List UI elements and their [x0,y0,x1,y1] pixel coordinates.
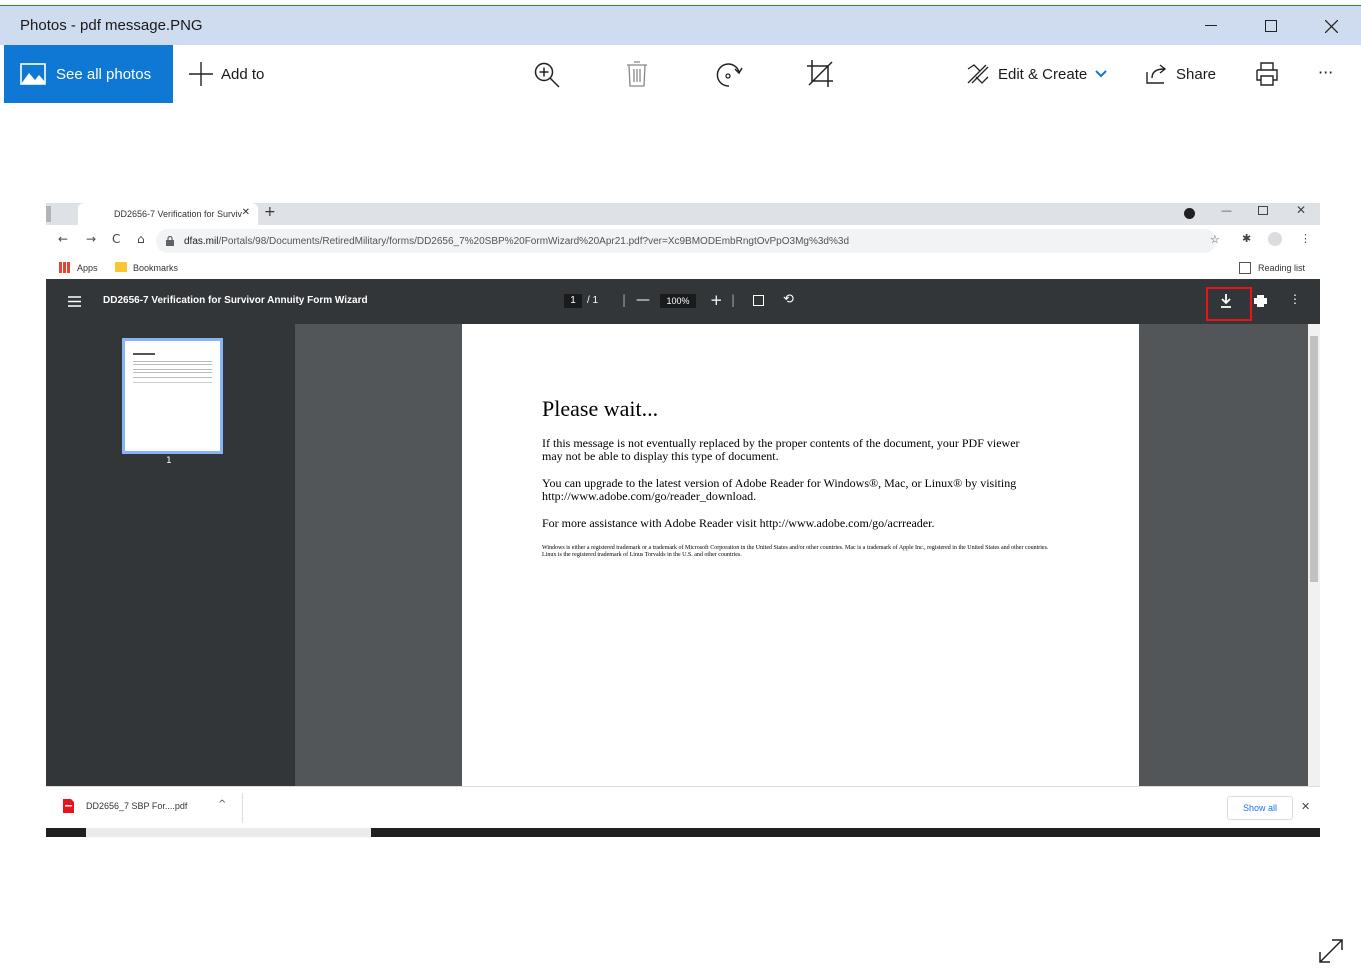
url-host: dfas.mil [184,235,219,247]
browser-restore-icon[interactable] [1258,206,1268,215]
edit-create-button[interactable]: Edit & Create [966,63,1107,85]
see-all-photos-button[interactable]: See all photos [4,45,173,103]
browser-tab-title: DD2656-7 Verification for Surviv [114,209,243,219]
close-shelf-icon[interactable]: ✕ [1301,800,1310,813]
reading-list[interactable]: Reading list [1258,263,1305,273]
profile-dot-icon[interactable] [1184,208,1195,219]
share-button[interactable]: Share [1144,63,1216,85]
crop-button[interactable] [806,59,834,93]
zoom-level[interactable]: 100% [660,294,696,308]
apps-icon[interactable] [59,262,71,273]
fit-page-icon[interactable] [753,295,764,306]
rotate-button[interactable] [715,60,743,94]
show-all-button[interactable]: Show all [1227,796,1293,820]
window-title: Photos - pdf message.PNG [20,17,203,34]
pdf-heading: Please wait... [542,396,659,421]
share-label: Share [1176,65,1217,83]
page-thumbnail[interactable] [122,338,223,454]
add-to-button[interactable]: Add to [189,62,264,86]
maximize-button[interactable] [1248,10,1294,42]
tab-close-icon[interactable]: ✕ [242,207,250,218]
new-tab-icon[interactable]: + [264,204,276,220]
thumbnail-page-number: 1 [166,456,172,466]
pdf-paragraph-1: If this message is not eventually replac… [542,436,1020,463]
back-icon[interactable]: ← [58,232,68,246]
pdf-paragraph-3: For more assistance with Adobe Reader vi… [542,516,935,530]
download-chevron-icon[interactable]: ^ [218,799,226,810]
toolbar-separator: | [622,293,627,307]
home-icon[interactable]: ⌂ [137,232,145,246]
account-icon[interactable] [1268,232,1282,246]
browser-minimize-icon[interactable]: — [1221,204,1232,217]
print-icon [1256,62,1278,86]
reading-list-icon [1239,262,1251,274]
browser-close-icon[interactable]: ✕ [1296,203,1306,217]
reload-icon[interactable]: C [112,232,120,246]
edit-create-label: Edit & Create [998,65,1088,83]
pdf-title: DD2656-7 Verification for Survivor Annui… [103,295,368,306]
close-button[interactable] [1308,10,1354,42]
print-button[interactable] [1255,62,1279,90]
pdf-toolbar: DD2656-7 Verification for Survivor Annui… [46,279,1320,324]
browser-tab[interactable]: DD2656-7 Verification for Surviv ✕ [78,203,258,225]
download-file-name[interactable]: DD2656_7 SBP For....pdf [86,801,187,811]
pdf-page: Please wait... If this message is not ev… [462,324,1139,786]
trash-icon [627,61,647,87]
delete-button[interactable] [626,61,648,91]
maximize-icon [1265,20,1277,32]
pdf-file-icon [63,799,74,813]
lock-icon [166,236,174,246]
minimize-icon [1205,25,1217,26]
minimize-button[interactable] [1188,10,1234,42]
rotate-icon [716,63,743,87]
zoom-in-plus-icon[interactable]: + [710,291,723,309]
bookmark-star-icon[interactable]: ☆ [1210,233,1220,246]
close-icon [1324,19,1338,33]
scrollbar-thumb[interactable] [1310,336,1318,582]
zoom-in-icon [534,62,560,88]
zoom-out-icon[interactable]: — [636,292,650,308]
url-path: /Portals/98/Documents/RetiredMilitary/fo… [218,235,849,247]
photos-icon [20,63,46,85]
page-total: / 1 [587,295,599,306]
url-field[interactable]: dfas.mil/Portals/98/Documents/RetiredMil… [156,229,1216,253]
folder-icon [115,262,127,272]
download-shelf: DD2656_7 SBP For....pdf ^ Show all ✕ [46,786,1320,829]
pdf-more-icon[interactable]: ⋮ [1289,292,1301,306]
pdf-scrollbar[interactable] [1308,324,1320,786]
pdf-paragraph-2: You can upgrade to the latest version of… [542,476,1017,503]
page-number-input[interactable]: 1 [564,294,582,308]
plus-icon [189,62,213,86]
forward-icon[interactable]: → [86,232,96,246]
more-options-button[interactable]: ··· [1318,63,1333,82]
chevron-down-icon [1095,70,1107,78]
captured-taskbar [46,828,1320,837]
bookmarks-bar: Apps Bookmarks Reading list [46,257,1320,279]
edit-create-icon [967,64,989,84]
toolbar-separator-2: | [731,293,736,307]
title-bar [0,6,1361,45]
add-to-label: Add to [221,65,265,83]
bookmark-apps[interactable]: Apps [77,263,98,273]
see-all-photos-label: See all photos [56,65,152,83]
extensions-icon[interactable]: ✱ [1242,232,1251,245]
tab-strip-edge [46,206,51,222]
photo-content: DD2656-7 Verification for Surviv ✕ + — ✕… [46,203,1320,837]
share-icon [1146,64,1167,84]
rotate-pdf-icon[interactable]: ⟲ [783,292,794,307]
bookmark-bookmarks[interactable]: Bookmarks [133,263,178,273]
download-divider [242,793,243,823]
browser-menu-icon[interactable]: ⋮ [1300,232,1311,245]
download-highlight-box [1206,287,1252,321]
crop-icon [807,60,833,87]
pdf-menu-icon[interactable] [68,296,81,307]
zoom-button[interactable] [533,61,561,93]
pdf-trademark-notice: Windows is either a registered trademark… [542,545,1049,558]
pdf-thumbnail-sidebar: 1 [46,324,295,786]
pdf-print-icon[interactable] [1254,295,1267,307]
expand-icon[interactable] [1318,938,1344,964]
taskbar-search [86,828,371,837]
